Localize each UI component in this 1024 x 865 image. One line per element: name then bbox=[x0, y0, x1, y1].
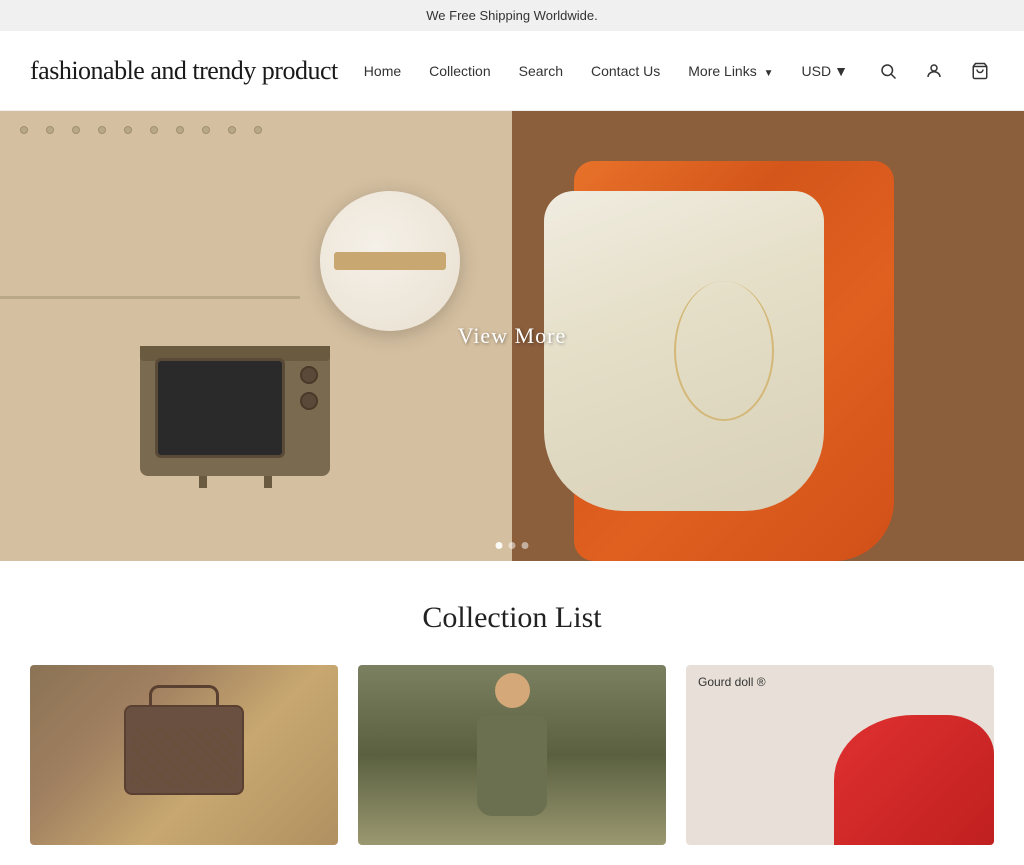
bag-shape bbox=[124, 685, 244, 795]
cart-button[interactable] bbox=[966, 57, 994, 85]
tv-controls bbox=[300, 366, 318, 410]
account-icon bbox=[925, 62, 943, 80]
nav-search[interactable]: Search bbox=[519, 63, 563, 79]
nav-more-links[interactable]: More Links ▼ bbox=[688, 63, 773, 79]
tv-legs bbox=[140, 476, 330, 488]
slide-dot-3[interactable] bbox=[522, 542, 529, 549]
necklace bbox=[674, 281, 774, 421]
nav-contact[interactable]: Contact Us bbox=[591, 63, 660, 79]
nav-home[interactable]: Home bbox=[364, 63, 401, 79]
site-logo[interactable]: fashionable and trendy product bbox=[30, 56, 338, 86]
lamp-stripe bbox=[334, 252, 446, 270]
main-nav: Home Collection Search Contact Us More L… bbox=[364, 63, 848, 79]
bag-body bbox=[124, 705, 244, 795]
woman-figure bbox=[524, 111, 944, 561]
stud-6 bbox=[150, 126, 158, 134]
view-more-button[interactable]: View More bbox=[458, 323, 566, 349]
currency-selector[interactable]: USD ▼ bbox=[802, 63, 848, 79]
tv-body bbox=[140, 346, 330, 476]
shipping-banner: We Free Shipping Worldwide. bbox=[0, 0, 1024, 31]
stud-9 bbox=[228, 126, 236, 134]
red-garment bbox=[834, 715, 994, 845]
hero-section: View More bbox=[0, 111, 1024, 561]
slide-indicators bbox=[496, 542, 529, 549]
collection-card-2[interactable] bbox=[358, 665, 666, 845]
stud-1 bbox=[20, 126, 28, 134]
collection-card-3[interactable]: Gourd doll ® bbox=[686, 665, 994, 845]
retro-tv bbox=[140, 346, 330, 501]
bag-pattern bbox=[131, 728, 237, 788]
shelf-line bbox=[0, 296, 300, 299]
header-icons bbox=[874, 57, 994, 85]
figure-body bbox=[477, 716, 547, 816]
site-header: fashionable and trendy product Home Coll… bbox=[0, 31, 1024, 111]
nav-collection[interactable]: Collection bbox=[429, 63, 490, 79]
stud-4 bbox=[98, 126, 106, 134]
slide-dot-1[interactable] bbox=[496, 542, 503, 549]
stud-2 bbox=[46, 126, 54, 134]
collection-card-1[interactable] bbox=[30, 665, 338, 845]
stud-10 bbox=[254, 126, 262, 134]
tv-knob-1 bbox=[300, 366, 318, 384]
tv-leg-right bbox=[264, 476, 272, 488]
tv-screen bbox=[155, 358, 285, 458]
stud-3 bbox=[72, 126, 80, 134]
search-button[interactable] bbox=[874, 57, 902, 85]
tv-knob-2 bbox=[300, 392, 318, 410]
wall-studs bbox=[0, 126, 300, 134]
tv-leg-left bbox=[199, 476, 207, 488]
cart-icon bbox=[971, 62, 989, 80]
currency-arrow: ▼ bbox=[834, 63, 848, 79]
account-button[interactable] bbox=[920, 57, 948, 85]
collection-section: Collection List Gourd doll ® bbox=[0, 561, 1024, 865]
stud-5 bbox=[124, 126, 132, 134]
jacket-figure bbox=[472, 665, 552, 845]
collection-grid: Gourd doll ® bbox=[30, 665, 994, 845]
lamp bbox=[320, 191, 460, 331]
stud-8 bbox=[202, 126, 210, 134]
gourd-label: Gourd doll ® bbox=[698, 675, 766, 689]
stud-7 bbox=[176, 126, 184, 134]
more-links-arrow: ▼ bbox=[764, 68, 774, 79]
slide-dot-2[interactable] bbox=[509, 542, 516, 549]
figure-head bbox=[495, 673, 530, 708]
shipping-text: We Free Shipping Worldwide. bbox=[426, 8, 598, 23]
collection-title: Collection List bbox=[30, 601, 994, 635]
search-icon bbox=[879, 62, 897, 80]
